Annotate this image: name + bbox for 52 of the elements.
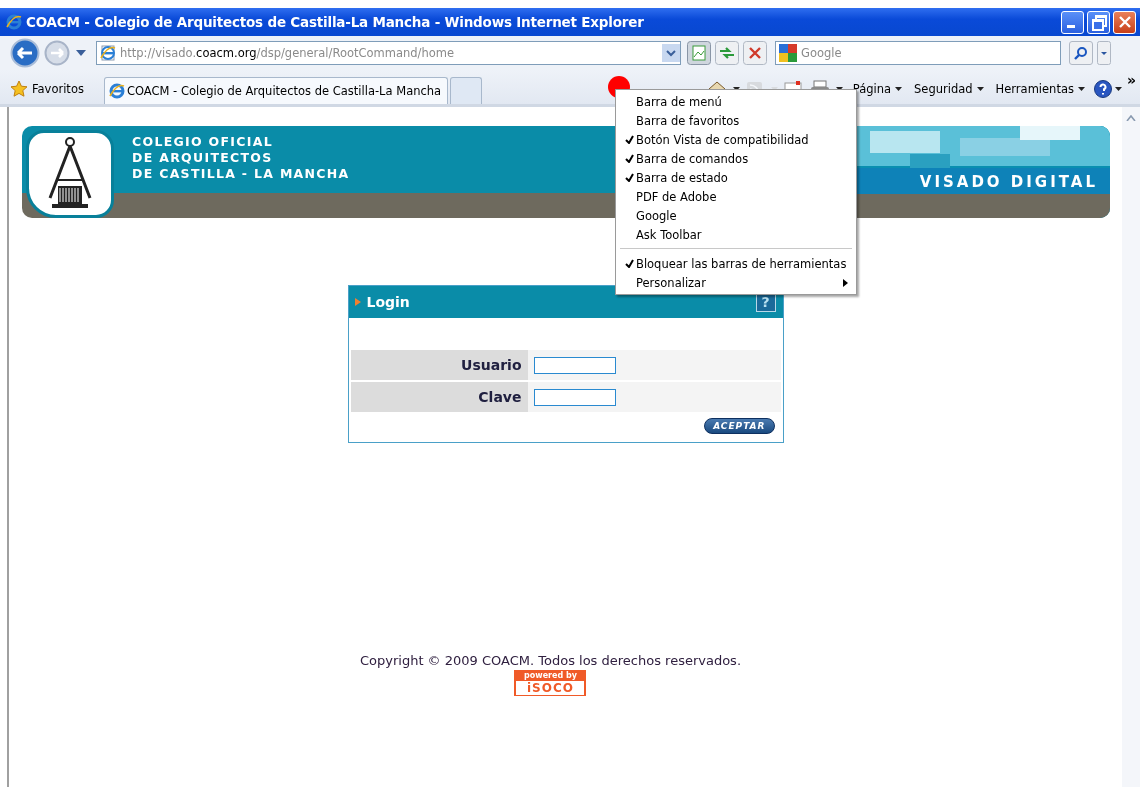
powered-by-logo: powered by iSOCO [514,670,587,696]
copyright-text: Copyright © 2009 COACM. Todos los derechos reservados. [359,653,742,668]
menu-item[interactable]: Barra de estado [616,168,856,187]
search-field[interactable]: Google [775,41,1061,65]
stop-button[interactable] [743,41,767,65]
organization-name: COLEGIO OFICIAL DE ARQUITECTOS DE CASTILLA - LA MANCHA [132,134,350,182]
scrollbar[interactable] [1122,107,1140,787]
search-icon [1074,46,1088,60]
menu-item[interactable]: PDF de Adobe [616,187,856,206]
address-field[interactable]: http://visado.coacm.org/dsp/general/RootCommand/home [96,41,681,65]
menu-item[interactable]: Personalizar [616,273,856,292]
accept-button[interactable]: ACEPTAR [704,418,775,434]
caret-icon [895,87,903,91]
username-field[interactable] [533,356,616,374]
scroll-up-icon [1126,115,1136,121]
help-button[interactable] [1092,79,1123,99]
triangle-icon [354,298,361,306]
field-label: Clave [350,382,528,412]
compatibility-view-button[interactable] [687,41,711,65]
command-menu-button[interactable]: Seguridad [910,82,988,96]
refresh-button[interactable] [715,41,739,65]
page-icon [100,45,116,61]
close-button[interactable] [1113,10,1136,34]
window-title: COACM - Colegio de Arquitectos de Castilla-La Mancha - Windows Internet Explorer [26,14,644,30]
minimize-button[interactable] [1061,10,1084,34]
menu-item[interactable]: Ask Toolbar [616,225,856,244]
favorites-button[interactable]: Favoritos [10,74,84,104]
login-title: Login [366,294,410,310]
toolbar-overflow-button[interactable]: » [1126,72,1136,88]
command-menu-button[interactable]: Herramientas [991,82,1089,96]
url-text[interactable]: http://visado.coacm.org/dsp/general/RootCommand/home [120,46,455,60]
star-icon [10,80,28,98]
caret-icon [976,87,984,91]
browser-tab[interactable]: COACM - Colegio de Arquitectos de Castilla-La Mancha [103,77,449,104]
service-title: VISADO DIGITAL [919,173,1098,191]
close-icon [1118,16,1131,28]
field-label: Usuario [350,350,528,380]
caret-icon [1077,87,1085,91]
browser-icon [6,14,22,30]
menu-item[interactable]: Bloquear las barras de herramientas [616,254,856,273]
submenu-arrow-icon [843,278,848,287]
dropdown-button[interactable] [662,44,680,62]
back-button[interactable] [10,38,40,68]
menu-item[interactable]: Google [616,206,856,225]
password-field[interactable] [533,388,616,406]
menu-item[interactable]: Barra de comandos [616,149,856,168]
browser-icon [108,83,125,99]
dropdown-icon[interactable] [76,50,86,56]
restore-button[interactable] [1087,10,1110,34]
search-button[interactable] [1069,41,1093,65]
menu-item[interactable]: Botón Vista de compatibilidad [616,130,856,149]
menu-item[interactable]: Barra de favoritos [616,111,856,130]
